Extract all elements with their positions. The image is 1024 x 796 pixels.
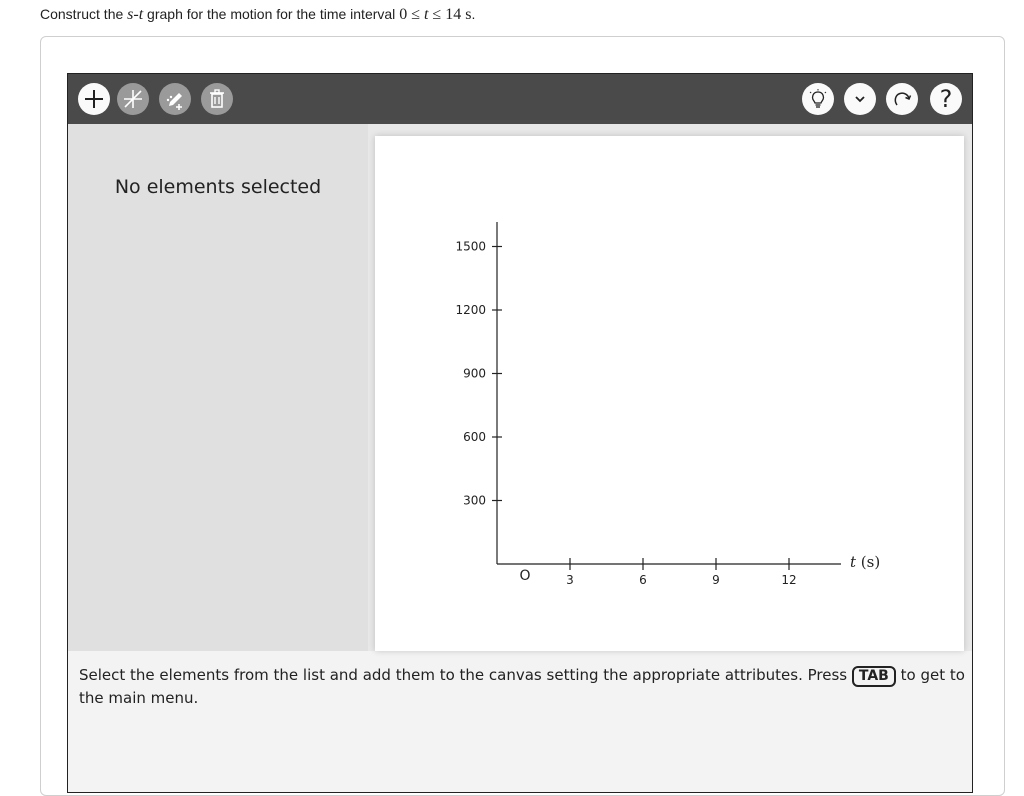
toolbar: ? bbox=[68, 74, 972, 124]
redo-icon bbox=[894, 92, 912, 106]
x-tick-label: 3 bbox=[566, 573, 574, 587]
x-tick-label: 9 bbox=[712, 573, 720, 587]
trash-icon bbox=[210, 89, 224, 108]
properties-panel: No elements selected bbox=[68, 124, 368, 651]
delete-button[interactable] bbox=[201, 83, 233, 115]
expand-menu-button[interactable] bbox=[844, 83, 876, 115]
add-element-button[interactable] bbox=[78, 83, 110, 115]
edit-pen-icon bbox=[166, 93, 182, 110]
line-tool-button[interactable] bbox=[117, 83, 149, 115]
question-text: Construct the s-t graph for the motion f… bbox=[40, 6, 476, 23]
origin-label: O bbox=[519, 568, 530, 584]
y-tick-label: 1200 bbox=[455, 303, 486, 317]
y-tick-label: 300 bbox=[463, 494, 486, 508]
help-button[interactable]: ? bbox=[930, 83, 962, 115]
redo-button[interactable] bbox=[886, 83, 918, 115]
y-tick-label: 600 bbox=[463, 430, 486, 444]
edit-button[interactable] bbox=[159, 83, 191, 115]
tab-key-badge: TAB bbox=[851, 666, 896, 687]
math-interval: 0 ≤ t ≤ 14 s bbox=[399, 6, 472, 23]
math-st: s-t bbox=[127, 6, 144, 23]
add-icon bbox=[85, 90, 103, 108]
graphing-widget: ? No elements selected 300 600 900 1200 1500… bbox=[67, 73, 973, 793]
help-icon: ? bbox=[939, 85, 953, 113]
y-tick-label: 900 bbox=[463, 367, 486, 381]
x-tick-label: 6 bbox=[639, 573, 647, 587]
graph-canvas[interactable]: 300 600 900 1200 1500 3 6 9 12 O t (s) bbox=[375, 136, 964, 651]
lightbulb-icon bbox=[809, 89, 827, 108]
chevron-down-icon bbox=[855, 96, 865, 103]
x-axis-label: t (s) bbox=[850, 553, 880, 571]
y-tick-label: 1500 bbox=[455, 240, 486, 254]
hint-button[interactable] bbox=[802, 83, 834, 115]
x-tick-label: 12 bbox=[781, 573, 796, 587]
empty-selection-message: No elements selected bbox=[114, 176, 322, 198]
instructions-text: Select the elements from the list and ad… bbox=[79, 666, 965, 707]
graph-svg: 300 600 900 1200 1500 3 6 9 12 O t (s) bbox=[455, 222, 880, 587]
line-icon bbox=[124, 90, 142, 108]
canvas-area: 300 600 900 1200 1500 3 6 9 12 O t (s) bbox=[368, 124, 972, 651]
